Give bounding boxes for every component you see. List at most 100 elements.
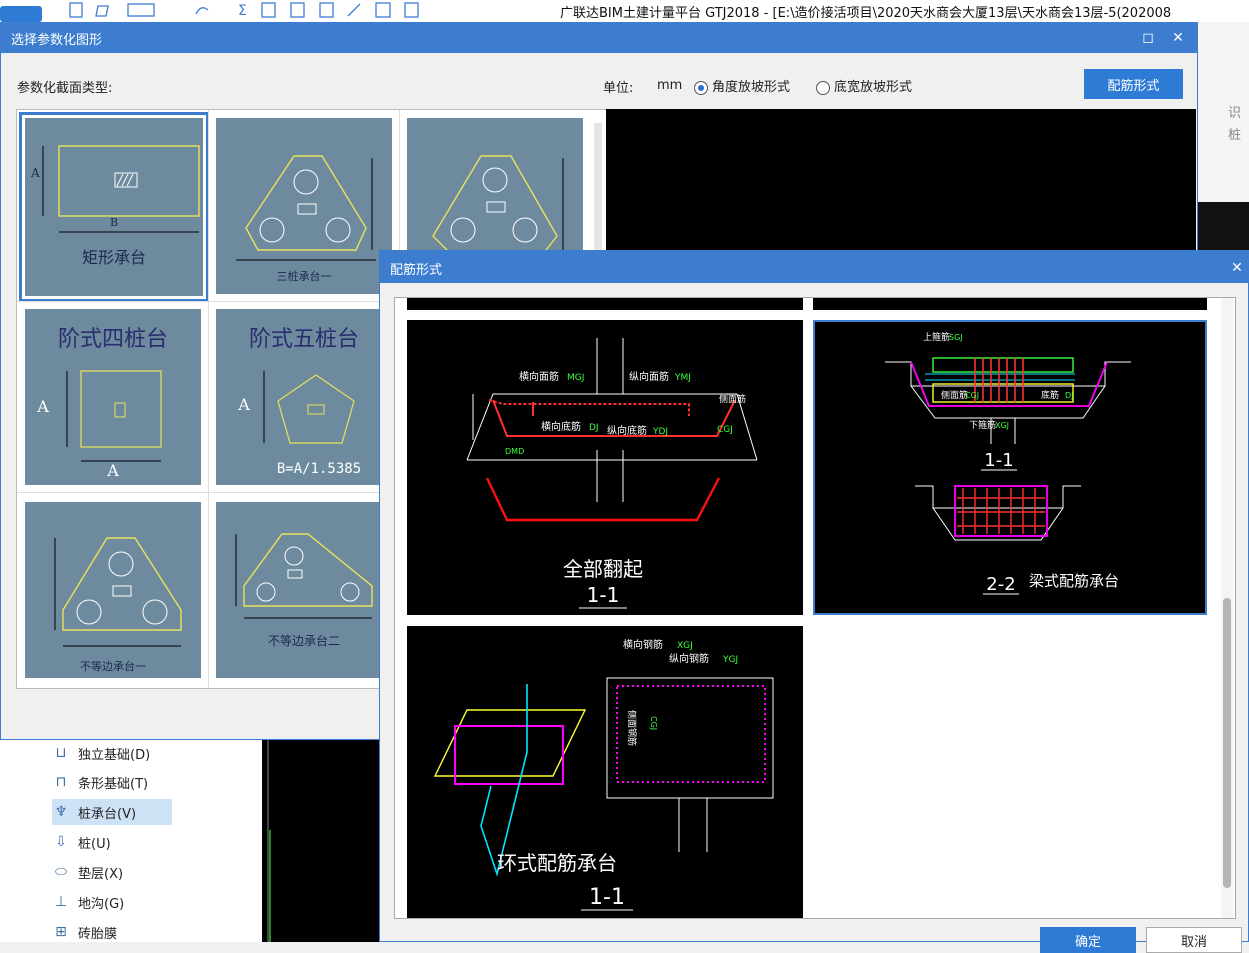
shape-card-unequal-two[interactable]: 不等边承台二	[210, 496, 400, 686]
section-label: 2-2	[986, 574, 1015, 595]
radio-width-slope[interactable]: 底宽放坡形式	[816, 76, 912, 95]
rebar-label: MGJ	[567, 373, 584, 383]
rebar-label: 侧面筋	[719, 393, 746, 405]
rebar-label: DJ	[1065, 391, 1074, 400]
dimension-label: A	[31, 166, 40, 180]
section-type-label: 参数化截面类型:	[17, 81, 113, 96]
shape-card-stepped-four-pile[interactable]: 阶式四桩台 A A	[19, 303, 209, 493]
radio-selected-icon	[694, 80, 708, 95]
rebar-label: YGJ	[722, 655, 738, 665]
section-label: 1-1	[589, 885, 625, 910]
scrollbar-thumb[interactable]	[1223, 598, 1231, 888]
shape-card-stepped-five-pile[interactable]: 阶式五桩台 A B=A/1.5385	[210, 303, 400, 493]
card-title: 全部翻起	[563, 557, 643, 581]
dimension-label: A	[37, 397, 49, 416]
shape-card-three-pile[interactable]: 三桩承台一	[210, 112, 400, 302]
close-icon[interactable]: ✕	[1167, 27, 1189, 49]
tree-item-label: 地沟(G)	[78, 896, 125, 912]
quick-access-toolbar[interactable]: Σ	[0, 0, 460, 22]
shape-caption: 不等边承台一	[80, 660, 146, 673]
rebar-label: 横向底筋	[541, 420, 581, 433]
cushion-icon: ⬭	[55, 864, 67, 880]
rebar-diagram: 上箍筋 SGJ 侧面筋 CGJ 下箍筋 XGJ 底筋 DJ 1-1 2-2 梁式…	[885, 331, 1131, 595]
rebar-label: 横向钢筋	[623, 638, 663, 651]
rebar-card-partial[interactable]	[407, 298, 803, 310]
rebar-card-ring-type[interactable]: 横向钢筋 XGJ 纵向钢筋 YGJ 侧面钢筋 CGJ 环式配筋承台 1-1	[407, 626, 803, 918]
rebar-label: 侧面钢筋	[626, 710, 638, 746]
tree-item-label: 桩(U)	[78, 836, 111, 852]
tree-item-label: 垫层(X)	[78, 866, 124, 882]
rebar-label: 侧面筋	[941, 389, 968, 401]
radio-label: 底宽放坡形式	[834, 80, 913, 95]
radio-icon	[816, 80, 830, 95]
rebar-label: YMJ	[674, 373, 691, 383]
app-title: 广联达BIM土建计量平台 GTJ2018 - [E:\造价接活项目\2020天水…	[560, 6, 1172, 21]
dimension-label: B=A/1.5385	[276, 461, 362, 477]
tree-item-pile[interactable]: ⇩ 桩(U)	[52, 829, 172, 855]
tree-item-strip-footing[interactable]: ⊓ 条形基础(T)	[52, 769, 172, 795]
rectangular-cap-diagram	[42, 145, 200, 233]
tree-item-label: 条形基础(T)	[78, 776, 149, 792]
shape-card-rectangular[interactable]: A B 矩形承台	[19, 112, 209, 302]
tree-item-label: 独立基础(D)	[78, 747, 151, 763]
rebar-label: XGJ	[995, 421, 1009, 430]
ok-button[interactable]: 确定	[1040, 927, 1136, 953]
tree-item-trench[interactable]: ⊥ 地沟(G)	[52, 889, 172, 915]
rebar-label: YDJ	[652, 427, 668, 437]
section-label: 1-1	[587, 583, 620, 607]
rebar-label: CGJ	[649, 716, 658, 730]
tree-item-pile-cap[interactable]: ♆ 桩承台(V)	[52, 799, 172, 825]
rebar-card-partial[interactable]	[813, 298, 1207, 310]
rebar-label: SGJ	[949, 333, 963, 342]
dialog-title: 配筋形式	[390, 263, 443, 278]
close-icon[interactable]: ✕	[1226, 257, 1248, 279]
dialog-title-bar: 选择参数化图形 ◻ ✕	[1, 23, 1197, 53]
rebar-label: 上箍筋	[923, 331, 950, 343]
pile-icon: ⇩	[55, 834, 67, 850]
section-label: 1-1	[984, 450, 1013, 471]
card-title: 环式配筋承台	[497, 851, 617, 875]
dialog-title: 选择参数化图形	[11, 33, 103, 48]
shape-caption: 矩形承台	[81, 248, 146, 267]
rebar-card-beam-type[interactable]: 上箍筋 SGJ 侧面筋 CGJ 下箍筋 XGJ 底筋 DJ 1-1 2-2 梁式…	[813, 320, 1207, 615]
cancel-button[interactable]: 取消	[1146, 927, 1242, 953]
rebar-label: CGJ	[965, 391, 979, 400]
ribbon-right-strip: 识 桩	[1195, 22, 1249, 252]
app-title-bar: Σ 广联达BIM土建计量平台 GTJ2018 - [E:\造价接活项目\2020…	[0, 0, 1249, 22]
rebar-label: 纵向钢筋	[669, 652, 709, 665]
svg-text:Σ: Σ	[238, 3, 247, 19]
unit-value: mm	[657, 78, 683, 93]
ribbon-text: 桩	[1228, 128, 1242, 143]
rebar-label: 纵向底筋	[607, 424, 647, 437]
tree-item-label: 砖胎膜	[78, 926, 118, 942]
pile-cap-icon: ♆	[54, 804, 68, 820]
rebar-label: CGJ	[717, 425, 733, 435]
rebar-label: 横向面筋	[519, 370, 559, 383]
shape-card-unequal-one[interactable]: 不等边承台一	[19, 496, 209, 686]
tree-item-cushion[interactable]: ⬭ 垫层(X)	[52, 859, 172, 885]
tree-item-brick-mold[interactable]: ⊞ 砖胎膜	[52, 919, 172, 945]
rebar-list-scrollbar[interactable]	[1221, 298, 1233, 918]
tree-item-isolated-footing[interactable]: ⊔ 独立基础(D)	[52, 740, 172, 766]
shape-caption: 不等边承台二	[267, 634, 340, 648]
rebar-label: 纵向面筋	[629, 370, 669, 383]
rebar-card-all-bent-up[interactable]: 横向面筋 MGJ 纵向面筋 YMJ 横向底筋 DJ 纵向底筋 YDJ CGJ D…	[407, 320, 803, 615]
drawing-area	[1196, 202, 1249, 252]
shape-preview	[606, 109, 1196, 269]
maximize-icon[interactable]: ◻	[1137, 27, 1159, 49]
component-tree: ⊔ 独立基础(D) ⊓ 条形基础(T) ♆ 桩承台(V) ⇩ 桩(U) ⬭ 垫层(X) ⊥…	[0, 740, 263, 942]
rebar-form-list: 横向面筋 MGJ 纵向面筋 YMJ 横向底筋 DJ 纵向底筋 YDJ CGJ D…	[394, 297, 1236, 919]
trench-icon: ⊥	[54, 894, 68, 910]
strip-footing-icon: ⊓	[55, 774, 67, 790]
dimension-label: A	[238, 395, 250, 414]
radio-angle-slope[interactable]: 角度放坡形式	[694, 76, 790, 95]
rebar-label: 下箍筋	[969, 419, 996, 431]
dimension-label: A	[107, 461, 119, 480]
rebar-diagram: 横向钢筋 XGJ 纵向钢筋 YGJ 侧面钢筋 CGJ 环式配筋承台 1-1	[433, 638, 774, 911]
dimension-label: B	[109, 216, 119, 229]
rebar-diagram: 横向面筋 MGJ 纵向面筋 YMJ 横向底筋 DJ 纵向底筋 YDJ CGJ D…	[466, 338, 758, 609]
card-title: 梁式配筋承台	[1029, 572, 1119, 590]
ribbon-text: 识	[1228, 106, 1242, 121]
rebar-form-button[interactable]: 配筋形式	[1084, 69, 1183, 99]
shape-caption: 三桩承台一	[276, 270, 332, 283]
